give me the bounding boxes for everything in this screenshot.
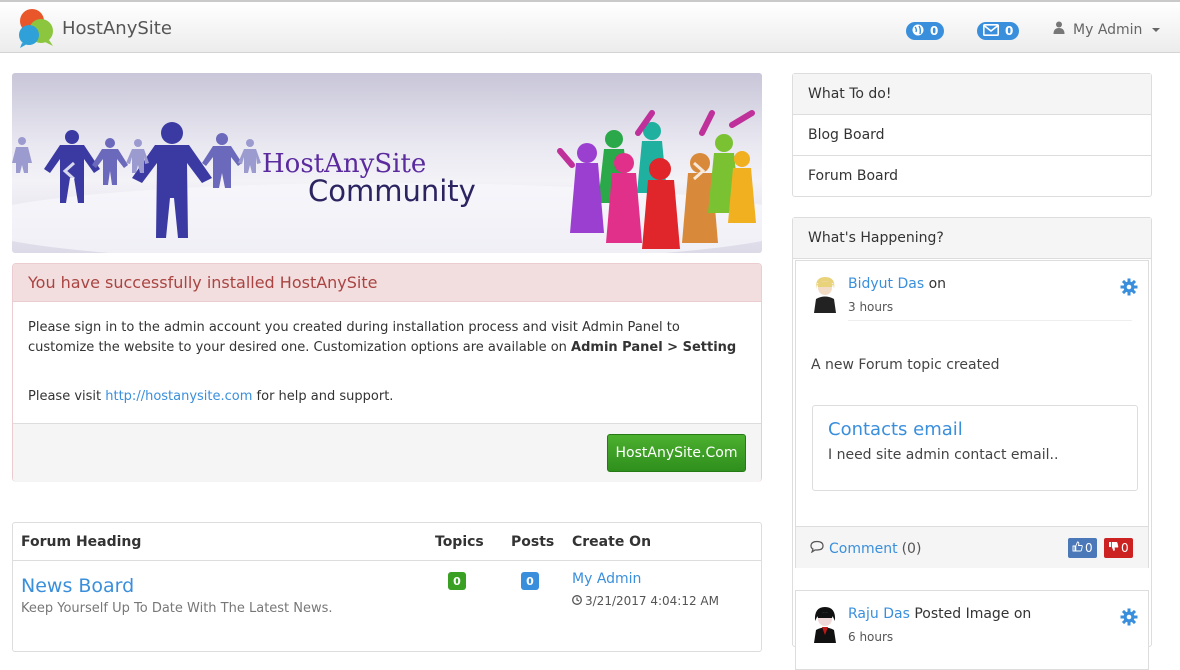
column-posts: Posts [511,534,555,550]
alert-heading: You have successfully installed HostAnyS… [13,264,761,302]
caret-down-icon [1152,27,1161,32]
table-row: News Board Keep Yourself Up To Date With… [13,561,761,636]
notifications-button[interactable]: 0 [906,22,945,40]
top-navbar: HostAnySite 0 0 My Admin [0,0,1180,53]
activity-card: Bidyut Das on 3 hours A new Forum topic … [795,260,1149,568]
thumbs-up-icon [1072,541,1083,555]
column-forum-heading: Forum Heading [21,534,142,550]
user-menu-dropdown[interactable]: My Admin [1053,21,1161,38]
community-banner: HostAnySite Community [12,73,762,253]
forum-table-header: Forum Heading Topics Posts Create On [13,523,761,561]
what-to-do-heading: What To do! [793,74,1151,115]
alert-instructions: Please sign in to the admin account you … [28,318,746,358]
activity-user-line: Raju Das Posted Image on [848,606,1031,622]
what-to-do-panel: What To do! Blog Board Forum Board [792,73,1152,197]
gear-icon[interactable] [1120,608,1138,630]
whats-happening-panel: What's Happening? Bidyut Das on 3 hours … [792,217,1152,670]
chat-bubbles-logo-icon [16,7,58,49]
gear-icon[interactable] [1120,278,1138,300]
comment-label: Comment [829,540,898,557]
topic-excerpt: I need site admin contact email.. [828,447,1059,463]
topics-count-badge: 0 [448,572,466,590]
forum-date-text: 3/21/2017 4:04:12 AM [585,594,719,608]
hostanysite-button[interactable]: HostAnySite.Com [607,434,746,472]
notifications-count: 0 [930,24,939,38]
comment-count: (0) [901,540,922,557]
alert-body: Please sign in to the admin account you … [13,302,761,423]
activity-user-link[interactable]: Bidyut Das [848,276,924,292]
activity-footer: Comment (0) 0 0 [796,526,1148,568]
activity-user-suffix: on [924,276,947,292]
carousel-next-icon[interactable] [692,161,706,185]
activity-time: 3 hours [848,300,894,314]
card-divider [848,320,1132,321]
todo-item-blog-board[interactable]: Blog Board [793,115,1151,156]
avatar[interactable] [811,275,839,313]
like-count: 0 [1085,541,1093,555]
column-create-on: Create On [572,534,652,550]
activity-user-link[interactable]: Raju Das [848,606,910,622]
column-topics: Topics [435,534,484,550]
messages-button[interactable]: 0 [977,22,1020,40]
admin-setting-path: Admin Panel > Setting [571,340,737,355]
messages-count: 0 [1005,24,1014,38]
banner-title-line2: Community [308,174,476,208]
carousel-prev-icon[interactable] [62,161,76,185]
activity-user-line: Bidyut Das on [848,276,946,292]
brand-name: HostAnySite [62,17,172,39]
todo-item-forum-board[interactable]: Forum Board [793,156,1151,197]
whats-happening-heading: What's Happening? [793,218,1151,259]
topic-preview-box[interactable]: Contacts email I need site admin contact… [812,405,1138,491]
alert-support: Please visit http://hostanysite.com for … [28,387,746,407]
comment-link[interactable]: Comment (0) [810,540,921,557]
alert-footer: HostAnySite.Com [13,423,761,482]
thumbs-down-icon [1108,541,1119,555]
avatar[interactable] [811,605,839,643]
brand-link[interactable]: HostAnySite [16,7,172,49]
user-icon [1053,21,1065,38]
forum-description: Keep Yourself Up To Date With The Latest… [21,601,333,616]
globe-icon [912,24,924,39]
dislike-button[interactable]: 0 [1104,538,1133,558]
support-link[interactable]: http://hostanysite.com [105,389,252,404]
forum-table: Forum Heading Topics Posts Create On New… [12,522,762,652]
forum-author-link[interactable]: My Admin [572,571,641,587]
visit-suffix: for help and support. [252,389,394,404]
install-success-panel: You have successfully installed HostAnyS… [12,263,762,482]
dislike-count: 0 [1121,541,1129,555]
user-label: My Admin [1073,21,1143,38]
envelope-icon [983,23,999,39]
forum-date: 3/21/2017 4:04:12 AM [572,594,719,608]
activity-text: A new Forum topic created [811,357,1000,373]
comments-icon [810,540,825,557]
activity-user-suffix: Posted Image on [909,606,1032,622]
activity-time: 6 hours [848,630,894,644]
clock-icon [572,594,582,608]
posts-count-badge: 0 [521,572,539,590]
topic-title-link[interactable]: Contacts email [828,419,963,440]
activity-card: Raju Das Posted Image on 6 hours [795,590,1149,670]
like-button[interactable]: 0 [1068,538,1097,558]
visit-prefix: Please visit [28,389,106,404]
forum-title-link[interactable]: News Board [21,575,134,597]
